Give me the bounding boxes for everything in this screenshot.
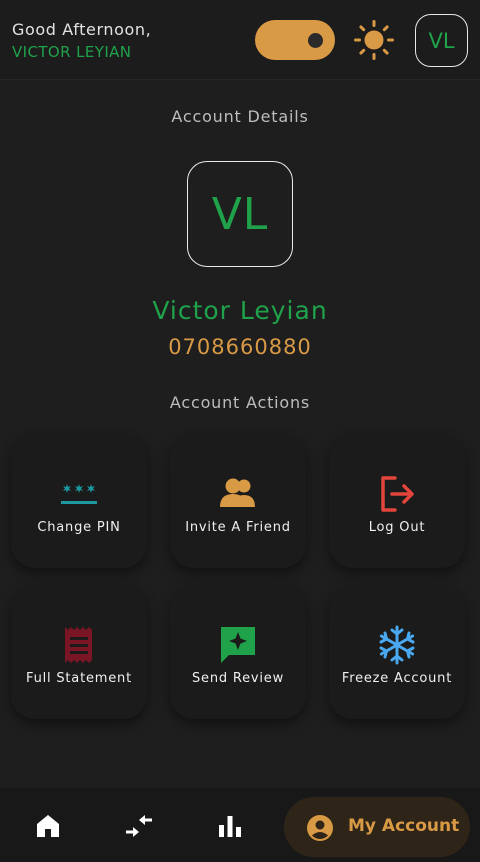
password-icon [61,484,97,504]
account-actions-title: Account Actions [169,393,311,412]
top-bar: Good Afternoon, VICTOR LEYIAN VL [0,0,480,80]
profile-avatar: VL [187,161,293,267]
theme-toggle[interactable] [255,20,335,60]
transfer-icon[interactable] [125,812,153,840]
chart-icon[interactable] [216,812,244,840]
bottom-navigation: My Account [0,788,480,862]
my-account-label: My Account [348,816,460,836]
account-details-title: Account Details [171,107,309,126]
change-pin-label: Change PIN [37,520,121,535]
toggle-knob [308,33,323,48]
my-account-tab[interactable]: My Account [284,797,470,857]
freeze-account-label: Freeze Account [341,671,453,686]
profile-name: Victor Leyian [152,296,328,325]
send-review-label: Send Review [191,671,285,686]
change-pin-button[interactable]: Change PIN [11,434,147,568]
freeze-account-button[interactable]: Freeze Account [329,585,465,719]
full-statement-label: Full Statement [26,671,132,686]
logout-icon [381,476,414,512]
invite-friend-label: Invite A Friend [185,520,291,535]
home-icon[interactable] [34,812,62,840]
full-statement-button[interactable]: Full Statement [11,585,147,719]
snowflake-icon [379,625,415,665]
header-avatar[interactable]: VL [415,14,468,67]
sun-icon[interactable] [354,20,394,60]
invite-friend-button[interactable]: Invite A Friend [170,434,306,568]
profile-phone: 0708660880 [168,335,312,359]
log-out-label: Log Out [368,520,426,535]
receipt-icon [65,627,92,663]
greeting-text: Good Afternoon, [12,20,152,39]
user-name: VICTOR LEYIAN [12,43,132,61]
log-out-button[interactable]: Log Out [329,434,465,568]
review-icon [221,627,255,663]
group-icon [220,478,255,507]
send-review-button[interactable]: Send Review [170,585,306,719]
account-circle-icon [307,815,333,841]
